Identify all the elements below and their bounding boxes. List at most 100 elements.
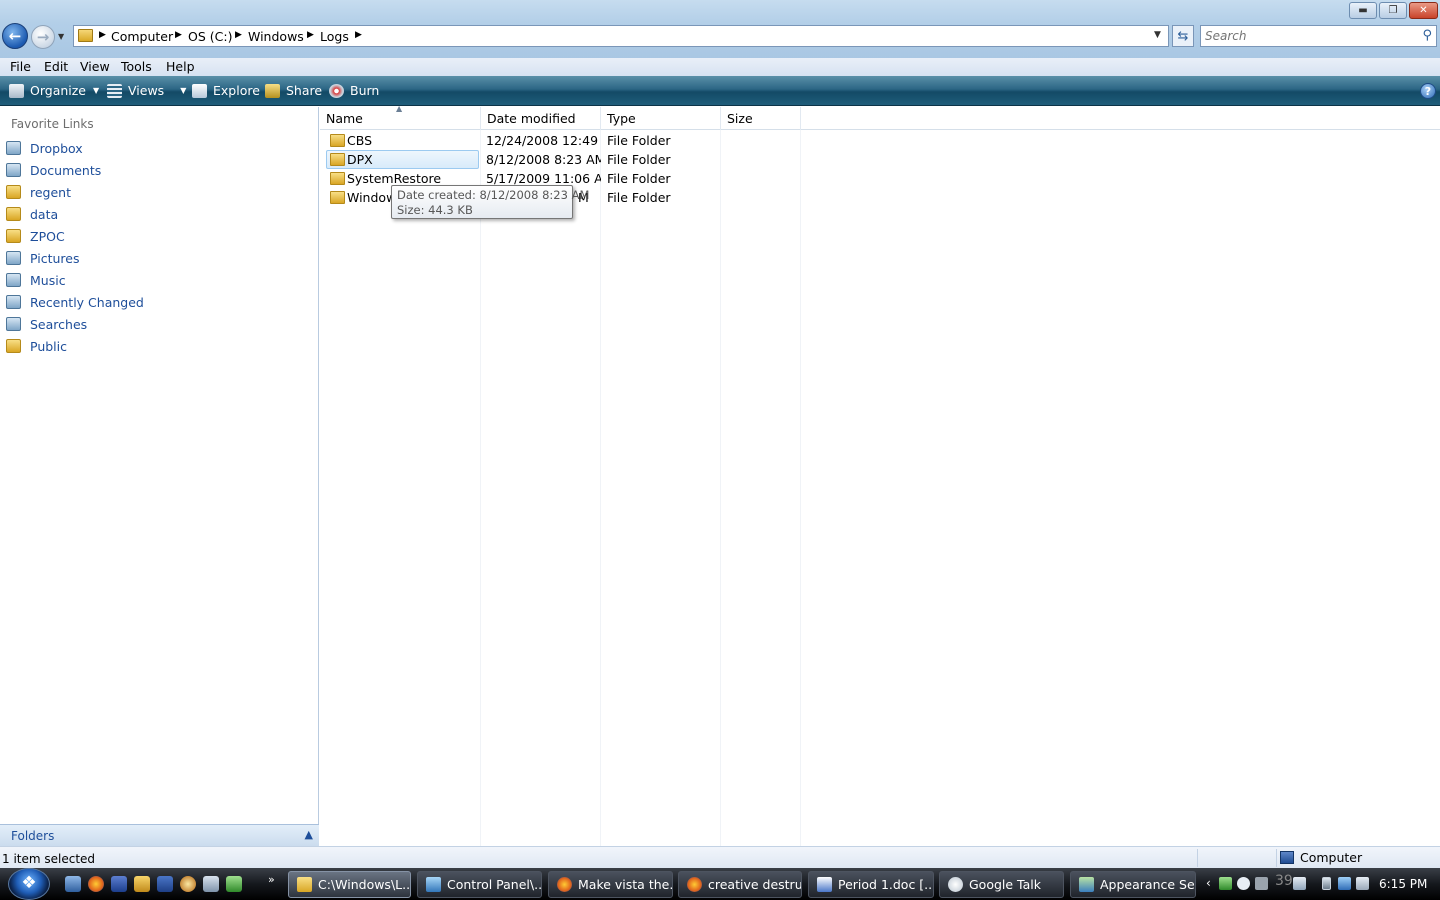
switch-windows-icon[interactable]: [111, 876, 127, 892]
favorite-link-recently-changed[interactable]: Recently Changed: [6, 292, 144, 312]
menu-view[interactable]: View: [80, 59, 110, 74]
favorite-link-data[interactable]: data: [6, 204, 58, 224]
column-header-type[interactable]: Type: [601, 107, 721, 130]
search-box[interactable]: ⚲: [1200, 25, 1437, 47]
status-divider: [1276, 849, 1277, 867]
file-row-cbs[interactable]: CBS 12/24/2008 12:49 ... File Folder: [326, 131, 1121, 150]
volume-icon[interactable]: [1356, 877, 1369, 890]
favorite-link-label: Music: [30, 272, 66, 288]
refresh-icon: ⇆: [1177, 28, 1189, 44]
favorite-link-public[interactable]: Public: [6, 336, 67, 356]
chevron-up-icon: ▲: [304, 828, 313, 841]
folder-icon: [78, 29, 93, 42]
address-bar[interactable]: ▶ Computer ▶ OS (C:) ▶ Windows ▶ Logs ▶ …: [73, 25, 1169, 47]
favorite-link-pictures[interactable]: Pictures: [6, 248, 80, 268]
favorite-links-heading: Favorite Links: [11, 117, 94, 131]
organize-button[interactable]: Organize ▼: [9, 83, 99, 98]
forward-arrow-icon: →: [36, 28, 50, 46]
display-tray-icon[interactable]: [1293, 877, 1306, 890]
menu-help[interactable]: Help: [166, 59, 195, 74]
breadcrumb-windows[interactable]: Windows: [248, 29, 304, 44]
start-button[interactable]: ❖: [8, 868, 50, 900]
zotero-tray-icon[interactable]: [1219, 877, 1232, 890]
favorite-link-label: Dropbox: [30, 140, 83, 156]
menu-file[interactable]: File: [10, 59, 31, 74]
menu-edit[interactable]: Edit: [44, 59, 68, 74]
history-dropdown-icon[interactable]: ▼: [58, 32, 68, 42]
task-control-panel[interactable]: Control Panel\...: [417, 871, 542, 898]
breadcrumb-separator-icon[interactable]: ▶: [307, 30, 314, 40]
favorite-link-label: ZPOC: [30, 228, 65, 244]
help-icon[interactable]: ?: [1420, 83, 1436, 99]
column-divider: [600, 130, 601, 846]
quick-launch-more-icon[interactable]: »: [268, 873, 275, 886]
task-firefox-creative-destruction[interactable]: creative destru...: [678, 871, 802, 898]
tray-app-icon[interactable]: [1255, 877, 1268, 890]
minimize-button[interactable]: ▬: [1349, 2, 1377, 19]
burn-button[interactable]: Burn: [329, 83, 379, 98]
breadcrumb-separator-icon[interactable]: ▶: [99, 30, 106, 40]
breadcrumb-os-c[interactable]: OS (C:): [188, 29, 232, 44]
task-word-period-1[interactable]: Period 1.doc [...: [808, 871, 934, 898]
menu-tools[interactable]: Tools: [121, 59, 152, 74]
breadcrumb-separator-icon[interactable]: ▶: [355, 30, 362, 40]
breadcrumb-separator-icon[interactable]: ▶: [175, 30, 182, 40]
share-button[interactable]: Share: [265, 83, 322, 98]
maximize-button[interactable]: ❐: [1379, 2, 1407, 19]
refresh-button[interactable]: ⇆: [1172, 25, 1194, 47]
folder-icon: [6, 339, 21, 353]
favorite-link-music[interactable]: Music: [6, 270, 66, 290]
network-icon[interactable]: [1338, 877, 1351, 890]
restore-icon: ❐: [1388, 5, 1398, 16]
views-button[interactable]: Views ▼: [107, 83, 186, 98]
address-dropdown-icon[interactable]: ▼: [1154, 30, 1161, 40]
breadcrumb-logs[interactable]: Logs: [320, 29, 349, 44]
task-appearance-settings[interactable]: Appearance Se...: [1070, 871, 1196, 898]
task-windows-explorer[interactable]: C:\Windows\L...: [288, 871, 411, 898]
task-label: Google Talk: [969, 877, 1041, 892]
clock[interactable]: 6:15 PM: [1379, 877, 1427, 891]
close-button[interactable]: ✕: [1409, 2, 1438, 19]
firefox-icon[interactable]: [88, 876, 104, 892]
zotero-icon[interactable]: [226, 876, 242, 892]
forward-button[interactable]: →: [31, 25, 55, 49]
column-header-size[interactable]: Size: [721, 107, 801, 130]
folder-icon: [6, 207, 21, 221]
battery-icon[interactable]: [1322, 877, 1331, 890]
file-row-dpx[interactable]: DPX 8/12/2008 8:23 AM File Folder: [326, 150, 1121, 169]
column-divider: [720, 130, 721, 846]
views-label: Views: [128, 83, 165, 98]
burn-disc-icon: [329, 83, 344, 98]
folders-toggle-bar[interactable]: Folders ▲: [0, 824, 319, 846]
file-date-modified: 12/24/2008 12:49 ...: [486, 133, 601, 148]
breadcrumb-separator-icon[interactable]: ▶: [235, 30, 242, 40]
calculator-icon[interactable]: [203, 876, 219, 892]
favorite-link-searches[interactable]: Searches: [6, 314, 87, 334]
explore-button[interactable]: Explore: [192, 83, 260, 98]
documents-icon: [6, 163, 21, 177]
word-icon[interactable]: [157, 876, 173, 892]
app-icon[interactable]: [180, 876, 196, 892]
pencil-icon[interactable]: [134, 876, 150, 892]
back-button[interactable]: ←: [2, 23, 28, 49]
chat-tray-icon[interactable]: [1237, 877, 1250, 890]
task-firefox-make-vista[interactable]: Make vista the...: [548, 871, 673, 898]
status-zone: Computer: [1280, 850, 1362, 865]
show-desktop-icon[interactable]: [65, 876, 81, 892]
chevron-left-icon[interactable]: ‹: [1206, 876, 1211, 890]
favorite-link-zpoc[interactable]: ZPOC: [6, 226, 65, 246]
favorite-link-dropbox[interactable]: Dropbox: [6, 138, 83, 158]
file-name: Window: [347, 190, 397, 205]
close-icon: ✕: [1419, 5, 1428, 16]
file-date-modified: 8/12/2008 8:23 AM: [486, 152, 601, 167]
column-header-date-modified[interactable]: Date modified: [481, 107, 601, 130]
folder-icon: [6, 185, 21, 199]
search-input[interactable]: [1205, 29, 1410, 43]
column-header-name[interactable]: Name ▲: [320, 104, 481, 130]
window-title-bar: ▬ ❐ ✕ ← → ▼ ▶ Computer ▶ OS (C:) ▶ Windo…: [0, 0, 1440, 58]
favorite-link-regent[interactable]: regent: [6, 182, 71, 202]
breadcrumb-computer[interactable]: Computer: [111, 29, 173, 44]
favorite-link-documents[interactable]: Documents: [6, 160, 101, 180]
task-google-talk[interactable]: Google Talk: [939, 871, 1064, 898]
search-icon[interactable]: ⚲: [1422, 28, 1432, 43]
